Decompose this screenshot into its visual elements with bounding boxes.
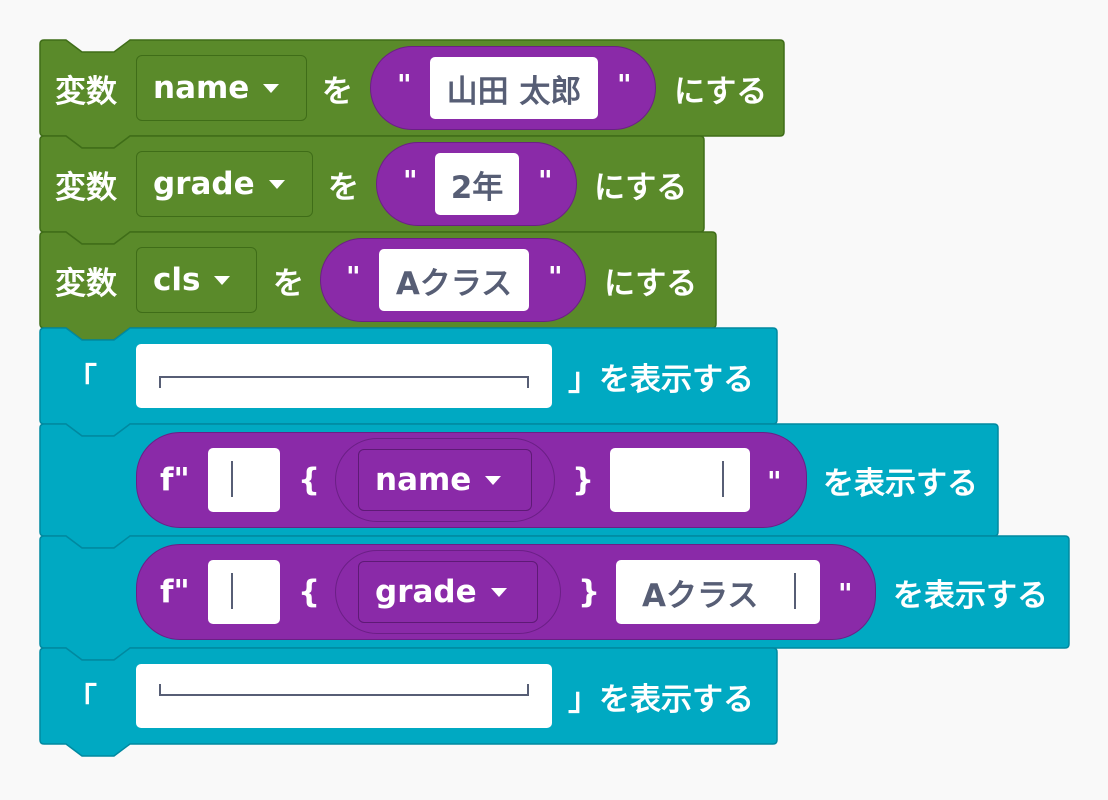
box-top-border-icon [159,376,529,388]
text-cursor [231,573,233,609]
open-bracket: 「 [66,681,97,718]
block-prefix: 変数 [55,265,117,302]
variable-name-label: name [153,70,250,106]
fstring-quote-close: " [838,577,853,610]
quote-open: " [403,164,418,197]
brace-close: } [572,462,595,498]
dropdown-arrow-icon [485,475,502,485]
variable-name-label: grade [375,574,477,610]
fstring-prefix: f" [160,462,190,498]
variable-name-label: name [375,462,472,498]
fstring-text-before[interactable] [208,448,280,512]
block-prefix: 変数 [55,169,117,206]
quote-close: " [538,164,553,197]
fstring-prefix: f" [160,574,190,610]
block-connector: を [322,73,353,110]
block-suffix: にする [594,169,688,206]
variable-name-label: cls [153,262,201,298]
variable-dropdown-grade[interactable]: grade [358,561,538,623]
brace-open: { [298,574,321,610]
fstring-text-after[interactable]: Aクラス [616,560,820,624]
text-field-value[interactable]: 2年 [435,153,519,215]
quote-open: " [397,68,412,101]
text-field-border-top[interactable]: ┌─────────────────┐ [136,344,552,408]
block-suffix: にする [604,265,698,302]
brace-close: } [578,574,601,610]
dropdown-arrow-icon [490,587,507,597]
block-stack: 変数 name を " 山田 太郎 " にする 変数 grade を " 2年 … [0,0,1108,800]
dropdown-arrow-icon [214,275,231,285]
text-cursor [722,461,724,497]
box-bottom-border-icon [159,684,529,696]
text-field-border-bottom[interactable]: └─────────────────┘ [136,664,552,728]
variable-dropdown-cls[interactable]: cls [136,247,257,313]
block-action: を表示する [823,465,978,502]
variable-name-label: grade [153,166,255,202]
open-bracket: 「 [66,361,97,398]
text-field-value[interactable]: Aクラス [379,249,529,311]
variable-dropdown-name[interactable]: name [358,449,532,511]
block-connector: を [273,265,304,302]
text-cursor [231,461,233,497]
variable-reporter-name[interactable]: name [335,438,555,522]
quote-close: " [548,260,563,293]
block-suffix: にする [674,73,768,110]
fstring-text-before[interactable] [208,560,280,624]
block-action: 」を表示する [568,361,754,398]
variable-reporter-grade[interactable]: grade [335,550,561,634]
text-cursor [794,573,796,609]
variable-dropdown-grade[interactable]: grade [136,151,313,217]
text-field-value[interactable]: 山田 太郎 [430,57,598,119]
brace-open: { [298,462,321,498]
block-action: 」を表示する [568,681,754,718]
fstring-text-after[interactable] [610,448,750,512]
quote-close: " [617,68,632,101]
quote-open: " [346,260,361,293]
block-action: を表示する [893,577,1048,614]
block-prefix: 変数 [55,73,117,110]
dropdown-arrow-icon [268,179,285,189]
fstring-quote-close: " [767,465,782,498]
block-connector: を [328,169,359,206]
dropdown-arrow-icon [263,83,280,93]
variable-dropdown-name[interactable]: name [136,55,307,121]
